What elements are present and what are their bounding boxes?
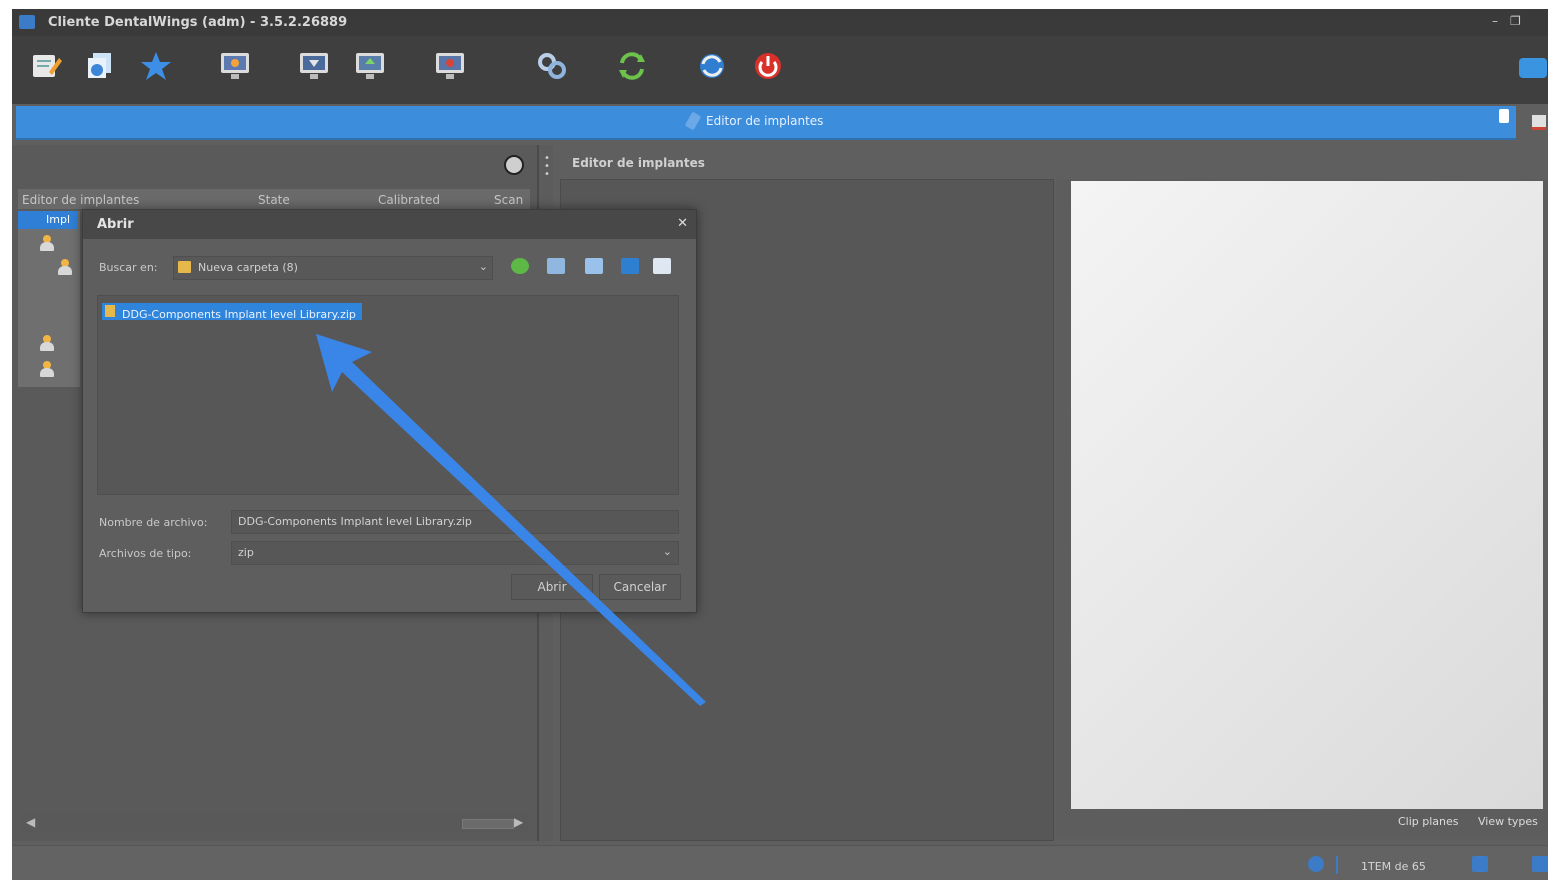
column-header-calibrated[interactable]: Calibrated [378,193,440,207]
restore-button[interactable]: ❐ [1510,14,1521,28]
app-icon [19,15,35,29]
file-item-selected[interactable]: DDG-Components Implant level Library.zip [102,303,362,321]
open-dialog: Abrir ✕ Buscar en: Nueva carpeta (8) ⌄ D… [82,209,697,613]
tree-item-label: Impl [46,213,70,226]
save-icon[interactable] [1472,856,1488,872]
monitor-scan-icon[interactable] [296,49,332,83]
info-icon[interactable] [1308,856,1324,872]
tree-item-selected[interactable]: Impl [18,211,78,229]
horizontal-scrollbar[interactable]: ◀ ▶ [22,813,528,833]
3d-viewport[interactable] [1071,181,1543,809]
splitter-grip-icon: • • • [544,153,550,180]
user-icon[interactable] [40,361,54,377]
monitor-icon[interactable] [217,49,253,83]
folder-tab-icon[interactable] [1512,49,1548,83]
up-folder-icon[interactable] [547,258,565,274]
pin-icon[interactable] [1499,109,1509,123]
file-list: DDG-Components Implant level Library.zip [97,295,679,495]
status-text: 1TEM de 65 [1361,860,1426,873]
column-header-state[interactable]: State [258,193,290,207]
column-headers: Editor de implantes State Calibrated Sca… [18,189,530,209]
scroll-thumb[interactable] [462,819,514,829]
view-types-link[interactable]: View types [1478,815,1538,828]
module-header: Editor de implantes [16,106,1516,140]
lookin-label: Buscar en: [99,261,158,274]
dialog-title: Abrir [97,217,134,232]
monitor-upload-icon[interactable] [352,49,388,83]
user-icon[interactable] [58,259,72,275]
lookin-value: Nueva carpeta (8) [198,261,298,274]
star-icon[interactable] [138,49,174,83]
status-bar: 1TEM de 65 [12,845,1548,880]
dialog-title-bar: Abrir ✕ [83,210,696,239]
filetype-value: zip [238,546,254,559]
filename-field[interactable]: DDG-Components Implant level Library.zip [231,510,679,534]
open-button[interactable]: Abrir [511,574,593,600]
minimize-button[interactable]: – [1492,14,1498,28]
status-separator [1336,856,1338,874]
column-header-name[interactable]: Editor de implantes [22,193,139,207]
title-bar: Cliente DentalWings (adm) - 3.5.2.26889 … [12,9,1548,36]
column-header-scan[interactable]: Scan [494,193,523,207]
sync-icon[interactable] [614,49,650,83]
app-window: Cliente DentalWings (adm) - 3.5.2.26889 … [12,9,1548,880]
new-folder-icon[interactable] [585,258,603,274]
search-icon[interactable] [504,155,524,175]
power-icon[interactable] [750,49,786,83]
pencil-icon [684,111,702,131]
editor-header: Editor de implantes [560,145,1548,179]
scroll-right-icon[interactable]: ▶ [514,815,523,829]
module-title: Editor de implantes [706,114,824,128]
edit-icon[interactable] [28,49,64,83]
back-icon[interactable] [511,258,529,274]
link-icon[interactable] [534,49,570,83]
window-title: Cliente DentalWings (adm) - 3.5.2.26889 [48,15,348,30]
view-details-icon[interactable] [653,258,671,274]
lookin-dropdown[interactable]: Nueva carpeta (8) ⌄ [173,256,493,280]
implant-tree: Impl [18,211,80,387]
monitor-red-icon[interactable] [432,49,468,83]
main-toolbar [12,36,1548,104]
documents-icon[interactable] [82,49,118,83]
sync-status-icon[interactable] [1532,856,1548,872]
file-item-label: DDG-Components Implant level Library.zip [122,308,356,321]
clip-planes-link[interactable]: Clip planes [1398,815,1459,828]
filename-value: DDG-Components Implant level Library.zip [238,515,472,528]
filetype-label: Archivos de tipo: [99,547,192,560]
scroll-left-icon[interactable]: ◀ [26,815,35,829]
filetype-dropdown[interactable]: zip ⌄ [231,541,679,565]
editor-title: Editor de implantes [572,156,705,170]
view-list-icon[interactable] [621,258,639,274]
zip-file-icon [105,305,115,317]
chevron-down-icon: ⌄ [478,260,488,273]
cancel-button[interactable]: Cancelar [599,574,681,600]
folder-icon [178,261,191,273]
user-icon[interactable] [40,335,54,351]
filename-label: Nombre de archivo: [99,516,208,529]
close-icon[interactable]: ✕ [677,216,688,231]
chevron-down-icon: ⌄ [662,545,672,558]
tool-icon[interactable] [1532,115,1546,130]
refresh-globe-icon[interactable] [694,49,730,83]
user-icon[interactable] [40,235,54,251]
